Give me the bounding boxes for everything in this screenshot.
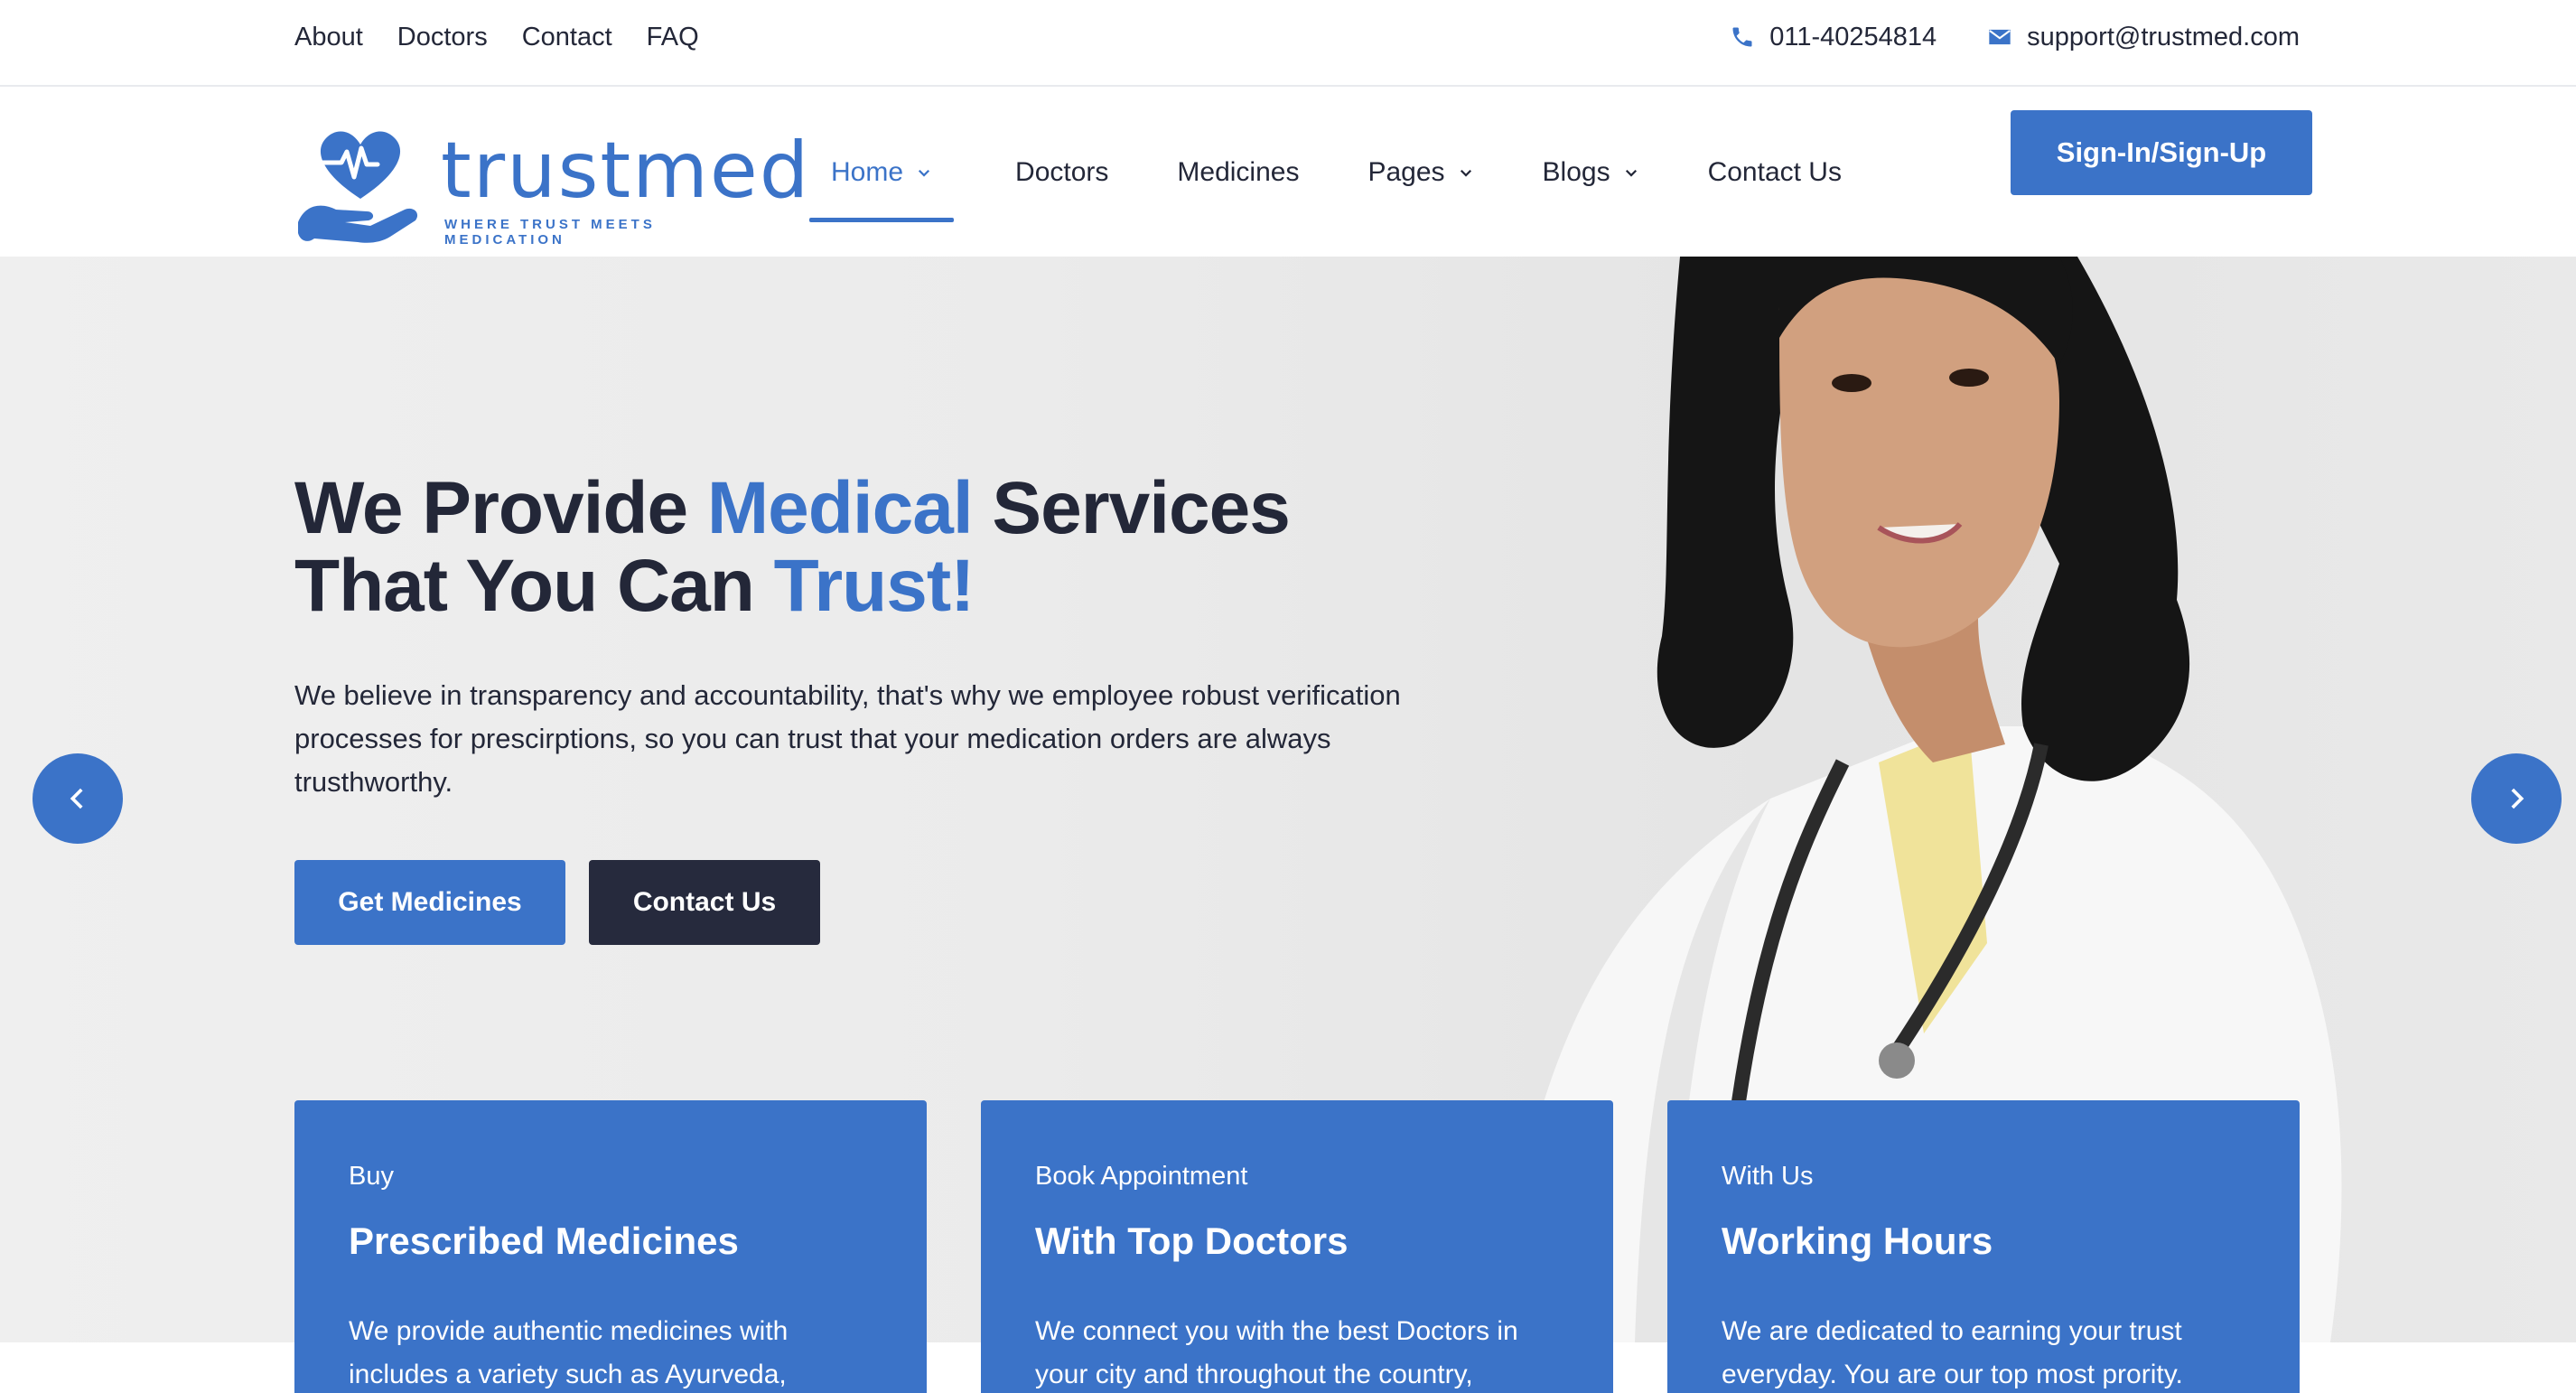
- feature-card-medicines[interactable]: Buy Prescribed Medicines We provide auth…: [294, 1100, 927, 1393]
- top-link-contact[interactable]: Contact: [522, 18, 612, 56]
- main-header: trustmed WHERE TRUST MEETS MEDICATION Ho…: [0, 89, 2576, 257]
- card-title: Working Hours: [1722, 1220, 1993, 1262]
- headline-accent-medical: Medical: [706, 467, 974, 549]
- headline-text-3: That You Can: [294, 545, 774, 627]
- nav-item-medicines[interactable]: Medicines: [1143, 89, 1333, 257]
- nav-item-home[interactable]: Home: [809, 89, 955, 257]
- card-eyebrow: With Us: [1722, 1162, 1814, 1191]
- top-bar: About Doctors Contact FAQ 011-40254814 s…: [0, 0, 2576, 87]
- card-body: We connect you with the best Doctors in …: [1035, 1316, 1518, 1389]
- chevron-right-icon: [2511, 788, 2525, 809]
- card-title: Prescribed Medicines: [349, 1220, 739, 1262]
- phone-number: 011-40254814: [1769, 23, 1937, 51]
- nav-label-blogs: Blogs: [1542, 157, 1610, 187]
- top-contact-info: 011-40254814 support@trustmed.com: [1730, 18, 2300, 56]
- nav-label-pages: Pages: [1367, 157, 1445, 187]
- phone-icon: [1732, 27, 1752, 47]
- envelope-icon: [1989, 29, 2011, 45]
- chevron-down-icon: [1625, 169, 1637, 177]
- nav-item-pages[interactable]: Pages: [1333, 89, 1507, 257]
- top-link-doctors[interactable]: Doctors: [397, 18, 488, 56]
- email-address: support@trustmed.com: [2027, 23, 2300, 51]
- email-contact[interactable]: support@trustmed.com: [1987, 18, 2300, 56]
- hero-headline: We Provide Medical Services That You Can…: [294, 467, 1291, 627]
- headline-text-1: We Provide: [294, 467, 707, 549]
- nav-item-contact-us[interactable]: Contact Us: [1674, 89, 1876, 257]
- slider-next-button[interactable]: [2471, 753, 2562, 844]
- heart-hand-logo-icon: [298, 131, 418, 243]
- contact-us-button[interactable]: Contact Us: [589, 860, 820, 945]
- nav-label-doctors: Doctors: [1015, 157, 1109, 187]
- brand-name: trustmed: [441, 126, 811, 216]
- top-link-faq[interactable]: FAQ: [647, 18, 699, 56]
- chevron-down-icon: [918, 169, 930, 177]
- main-nav: Home Doctors Medicines Pages Blogs Conta…: [809, 89, 1876, 257]
- feature-card-doctors[interactable]: Book Appointment With Top Doctors We con…: [981, 1100, 1613, 1393]
- top-links: About Doctors Contact FAQ: [294, 18, 699, 56]
- brand-tagline: WHERE TRUST MEETS MEDICATION: [444, 217, 656, 248]
- card-eyebrow: Book Appointment: [1035, 1162, 1248, 1191]
- sign-in-button[interactable]: Sign-In/Sign-Up: [2011, 110, 2312, 195]
- get-medicines-button[interactable]: Get Medicines: [294, 860, 565, 945]
- nav-item-blogs[interactable]: Blogs: [1508, 89, 1674, 257]
- chevron-down-icon: [1460, 169, 1471, 177]
- headline-text-2: Services: [972, 467, 1290, 549]
- nav-item-doctors[interactable]: Doctors: [981, 89, 1143, 257]
- card-body: We are dedicated to earning your trust e…: [1722, 1316, 2183, 1389]
- brand-logo[interactable]: trustmed WHERE TRUST MEETS MEDICATION: [294, 121, 808, 248]
- card-body: We provide authentic medicines with incl…: [349, 1316, 789, 1389]
- card-eyebrow: Buy: [349, 1162, 394, 1191]
- phone-contact[interactable]: 011-40254814: [1730, 18, 1937, 56]
- nav-label-medicines: Medicines: [1177, 157, 1300, 187]
- card-title: With Top Doctors: [1035, 1220, 1349, 1262]
- nav-label-contact-us: Contact Us: [1707, 157, 1842, 187]
- slider-prev-button[interactable]: [33, 753, 123, 844]
- chevron-left-icon: [70, 788, 83, 809]
- feature-card-hours[interactable]: With Us Working Hours We are dedicated t…: [1667, 1100, 2300, 1393]
- nav-label-home: Home: [831, 157, 904, 187]
- headline-accent-trust: Trust!: [773, 545, 975, 627]
- top-link-about[interactable]: About: [294, 18, 363, 56]
- hero-description: We believe in transparency and accountab…: [294, 679, 1401, 798]
